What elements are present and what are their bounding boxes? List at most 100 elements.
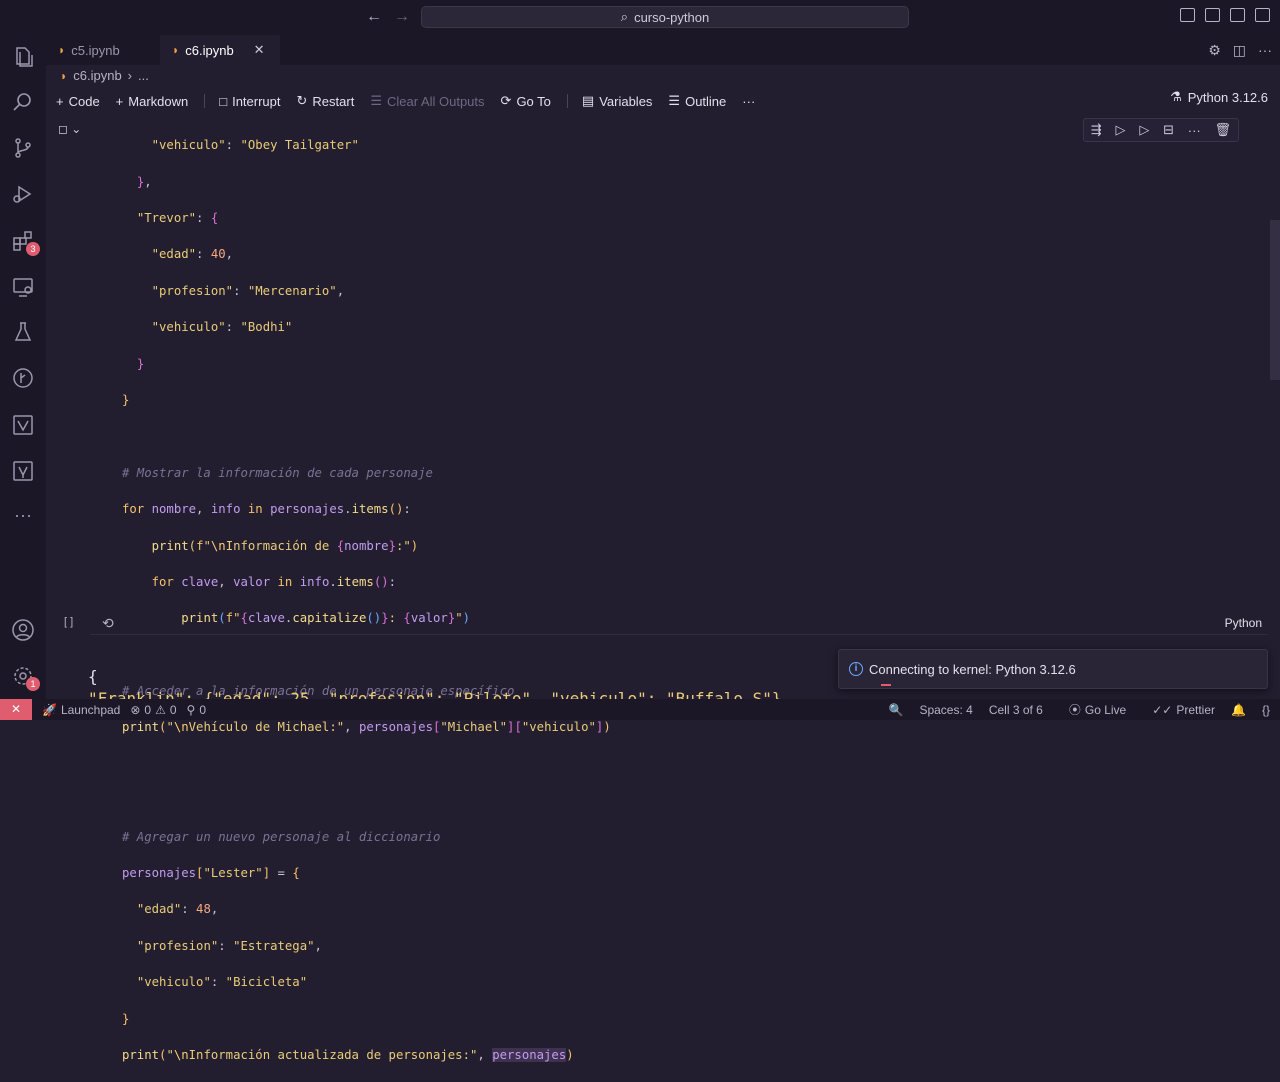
spaces-item[interactable]: Spaces: 4: [919, 703, 972, 717]
more-actions-icon[interactable]: ···: [1258, 42, 1272, 59]
add-markdown-label: Markdown: [128, 93, 189, 109]
split-cell-icon[interactable]: ⊟: [1163, 122, 1174, 138]
add-markdown-button[interactable]: + Markdown: [116, 94, 189, 109]
language-mode-item[interactable]: {}: [1262, 703, 1270, 717]
outline-label: Outline: [685, 93, 727, 109]
run-by-line-icon[interactable]: ⇶: [1091, 122, 1102, 138]
go-live-item[interactable]: ⦿ Go Live: [1069, 701, 1126, 718]
toolbar-divider: [204, 94, 206, 108]
restart-label: Restart: [312, 93, 355, 109]
ports-icon: ⚲: [186, 702, 196, 717]
search-icon[interactable]: [11, 90, 35, 114]
scrollbar[interactable]: [1270, 220, 1280, 380]
go-to-button[interactable]: ⟳ Go To: [501, 93, 551, 109]
more-cell-actions-icon[interactable]: ···: [1188, 123, 1201, 138]
execution-count: [ ]: [64, 616, 74, 628]
ports-item[interactable]: ⚲ 0: [187, 703, 206, 717]
toggle-secondary-sidebar-icon[interactable]: [1230, 8, 1245, 22]
plus-icon: +: [56, 93, 64, 109]
notebook-toolbar: + Code + Markdown □ Interrupt ↻ Restart ☰ Cle…: [56, 89, 1280, 113]
zoom-icon[interactable]: 🔍: [889, 703, 904, 717]
clear-all-outputs-label: Clear All Outputs: [386, 93, 485, 109]
remote-explorer-icon[interactable]: [11, 275, 35, 299]
breadcrumb-rest[interactable]: ...: [138, 68, 149, 83]
go-to-label: Go To: [516, 93, 551, 109]
broadcast-icon: ⦿: [1068, 703, 1081, 717]
source-control-icon[interactable]: [11, 136, 35, 160]
extensions-icon[interactable]: 3: [11, 229, 40, 256]
toast-progress: [881, 684, 891, 686]
code-editor[interactable]: "vehiculo": "Obey Tailgater" }, "Trevor"…: [122, 118, 611, 1082]
ports-count: 0: [199, 702, 207, 717]
close-icon[interactable]: ✕: [254, 42, 265, 58]
launchpad-item[interactable]: 🚀 Launchpad: [42, 703, 120, 717]
cell-collapse-control[interactable]: ◻ ⌄: [58, 122, 81, 136]
title-bar: ← → ⌕ curso-python: [0, 0, 1280, 35]
kernel-label: Python 3.12.6: [1187, 89, 1268, 105]
run-above-icon[interactable]: ▷: [1116, 122, 1126, 138]
output-line: {: [88, 667, 98, 686]
tab-label: c6.ipynb: [185, 42, 234, 58]
cell-divider: [90, 634, 1268, 635]
more-toolbar-button[interactable]: ···: [742, 94, 755, 109]
clear-all-outputs-button[interactable]: ☰ Clear All Outputs: [370, 93, 484, 109]
notebook-icon: ◗: [60, 68, 68, 83]
breadcrumb: ◗ c6.ipynb › ...: [60, 68, 149, 83]
cell-toolbar: ⇶ ▷ ▷ ⊟ ··· 🗑: [1083, 118, 1239, 142]
notifications-bell-icon[interactable]: 🔔: [1231, 703, 1246, 717]
variables-button[interactable]: ▤ Variables: [582, 93, 653, 109]
prettier-item[interactable]: ✓✓ Prettier: [1152, 703, 1215, 717]
toggle-primary-sidebar-icon[interactable]: [1180, 8, 1195, 22]
breadcrumb-file[interactable]: c6.ipynb: [73, 68, 121, 83]
customize-layout-icon[interactable]: [1255, 8, 1270, 22]
settings-gear-icon[interactable]: ⚙: [1208, 42, 1221, 59]
go-live-label: Go Live: [1084, 702, 1127, 717]
toolbar-divider: [566, 94, 568, 108]
command-center-search[interactable]: ⌕ curso-python: [421, 6, 909, 28]
history-icon[interactable]: ⟲: [102, 615, 114, 632]
kernel-picker[interactable]: ⚗ Python 3.12.6: [1170, 89, 1268, 105]
testing-icon[interactable]: [11, 320, 35, 344]
account-icon[interactable]: [11, 618, 35, 642]
add-code-label: Code: [68, 93, 100, 109]
check-icon: ✓✓: [1152, 702, 1173, 717]
warning-count: 0: [169, 702, 177, 717]
variables-icon: ▤: [581, 93, 595, 108]
settings-badge: 1: [26, 677, 40, 691]
split-editor-icon[interactable]: ◫: [1233, 42, 1246, 59]
tab-c5[interactable]: ◗ c5.ipynb: [46, 35, 160, 65]
toast-message: Connecting to kernel: Python 3.12.6: [869, 661, 1076, 677]
delete-cell-icon[interactable]: 🗑: [1215, 122, 1232, 138]
cell-language[interactable]: Python: [1225, 616, 1262, 630]
run-below-icon[interactable]: ▷: [1139, 122, 1149, 138]
explorer-icon[interactable]: [11, 45, 35, 69]
chevron-right-icon: ›: [127, 68, 133, 83]
remote-indicator[interactable]: ✕: [0, 699, 32, 720]
manage-gear-icon[interactable]: 1: [11, 664, 40, 691]
command-center-label: curso-python: [634, 9, 710, 25]
run-debug-icon[interactable]: [11, 182, 35, 206]
plus-icon: +: [115, 93, 124, 109]
deploy-icon[interactable]: [11, 459, 35, 483]
problems-item[interactable]: ⊗ 0 ⚠ 0: [130, 703, 176, 717]
activity-bar: 3 ··· 1: [0, 35, 46, 699]
more-views-icon[interactable]: ···: [11, 505, 35, 529]
git-graph-icon[interactable]: [11, 366, 35, 390]
tab-c6[interactable]: ◗ c6.ipynb ✕: [160, 35, 280, 65]
outline-button[interactable]: ☰ Outline: [668, 93, 726, 109]
forward-arrow-icon[interactable]: →: [394, 8, 410, 26]
status-bar-right: 🔍 Spaces: 4 Cell 3 of 6 ⦿ Go Live ✓✓ Prett…: [889, 699, 1271, 720]
status-bar: ✕ 🚀 Launchpad ⊗ 0 ⚠ 0 ⚲ 0 🔍 Spaces: 4 Cell 3…: [0, 699, 1280, 720]
cell-position-item[interactable]: Cell 3 of 6: [989, 703, 1043, 717]
jupyter-icon[interactable]: [11, 413, 35, 437]
interrupt-button[interactable]: □ Interrupt: [219, 94, 280, 109]
prettier-label: Prettier: [1176, 702, 1216, 717]
notebook-icon: ◗: [172, 43, 180, 57]
launchpad-label: Launchpad: [60, 702, 121, 717]
error-icon: ⊗: [130, 702, 141, 717]
back-arrow-icon[interactable]: ←: [366, 8, 382, 26]
toggle-panel-icon[interactable]: [1205, 8, 1220, 22]
kernel-connecting-notification[interactable]: i Connecting to kernel: Python 3.12.6: [838, 649, 1268, 689]
add-code-button[interactable]: + Code: [56, 94, 100, 109]
restart-button[interactable]: ↻ Restart: [297, 93, 355, 109]
